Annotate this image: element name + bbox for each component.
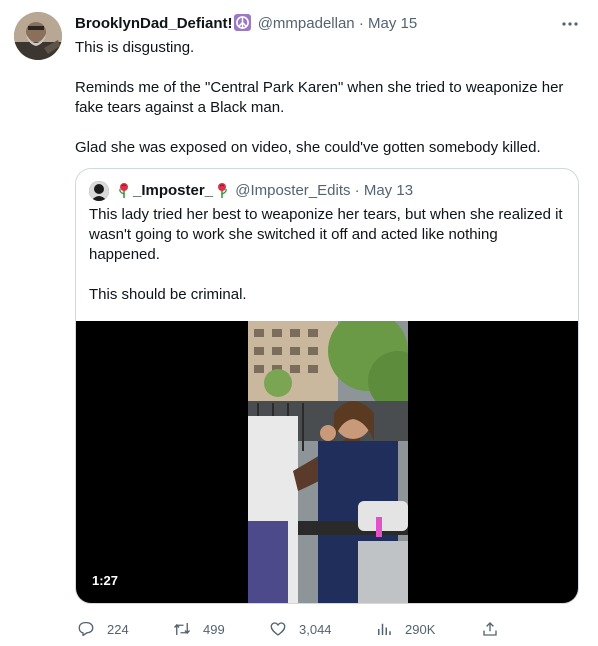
share-icon: [483, 622, 497, 636]
author-avatar[interactable]: [14, 12, 62, 60]
action-bar: 224 499 3,044 290K: [75, 618, 505, 640]
rose-emoji-icon: [215, 182, 229, 198]
video-player[interactable]: 1:27: [76, 321, 578, 603]
author-handle[interactable]: @mmpadellan: [258, 15, 355, 32]
more-horizontal-icon[interactable]: [560, 14, 580, 34]
video-frame: [248, 321, 408, 603]
quoted-paragraph: This should be criminal.: [89, 286, 247, 303]
heart-icon: [270, 622, 286, 636]
tweet-text: This is disgusting. Reminds me of the "C…: [75, 38, 585, 178]
retweet-button[interactable]: 499: [173, 618, 225, 640]
quoted-author-name[interactable]: _Imposter_: [133, 182, 213, 199]
reply-button[interactable]: 224: [77, 618, 129, 640]
share-button[interactable]: [481, 618, 511, 640]
view-count: 290K: [405, 621, 436, 637]
rose-emoji-icon: [117, 182, 131, 198]
separator-dot: ·: [354, 182, 360, 199]
views-button[interactable]: 290K: [375, 618, 435, 640]
separator-dot: ·: [358, 15, 364, 32]
reply-count: 224: [107, 621, 129, 637]
tweet-date[interactable]: May 15: [368, 15, 417, 32]
tweet-paragraph: This is disgusting.: [75, 39, 195, 56]
tweet-paragraph: Reminds me of the "Central Park Karen" w…: [75, 79, 564, 116]
like-count: 3,044: [299, 621, 332, 637]
quoted-paragraph: This lady tried her best to weaponize he…: [89, 206, 563, 263]
analytics-icon: [378, 623, 391, 635]
tweet-header: BrooklynDad_Defiant! @mmpadellan · May 1…: [75, 14, 584, 36]
quoted-tweet-date[interactable]: May 13: [364, 182, 413, 199]
author-name[interactable]: BrooklynDad_Defiant!: [75, 15, 233, 32]
reply-icon: [78, 621, 94, 637]
quoted-author-avatar[interactable]: [89, 181, 109, 201]
retweet-count: 499: [203, 621, 225, 637]
quoted-tweet-card[interactable]: _Imposter_ @Imposter_Edits · May 13 This…: [75, 168, 579, 604]
peace-emoji-icon: [233, 14, 251, 31]
quoted-author-handle[interactable]: @Imposter_Edits: [235, 182, 350, 199]
quoted-tweet-text: This lady tried her best to weaponize he…: [89, 205, 569, 325]
like-button[interactable]: 3,044: [269, 618, 332, 640]
tweet-paragraph: Glad she was exposed on video, she could…: [75, 139, 541, 156]
video-duration-badge: 1:27: [86, 571, 125, 591]
retweet-icon: [173, 623, 191, 635]
